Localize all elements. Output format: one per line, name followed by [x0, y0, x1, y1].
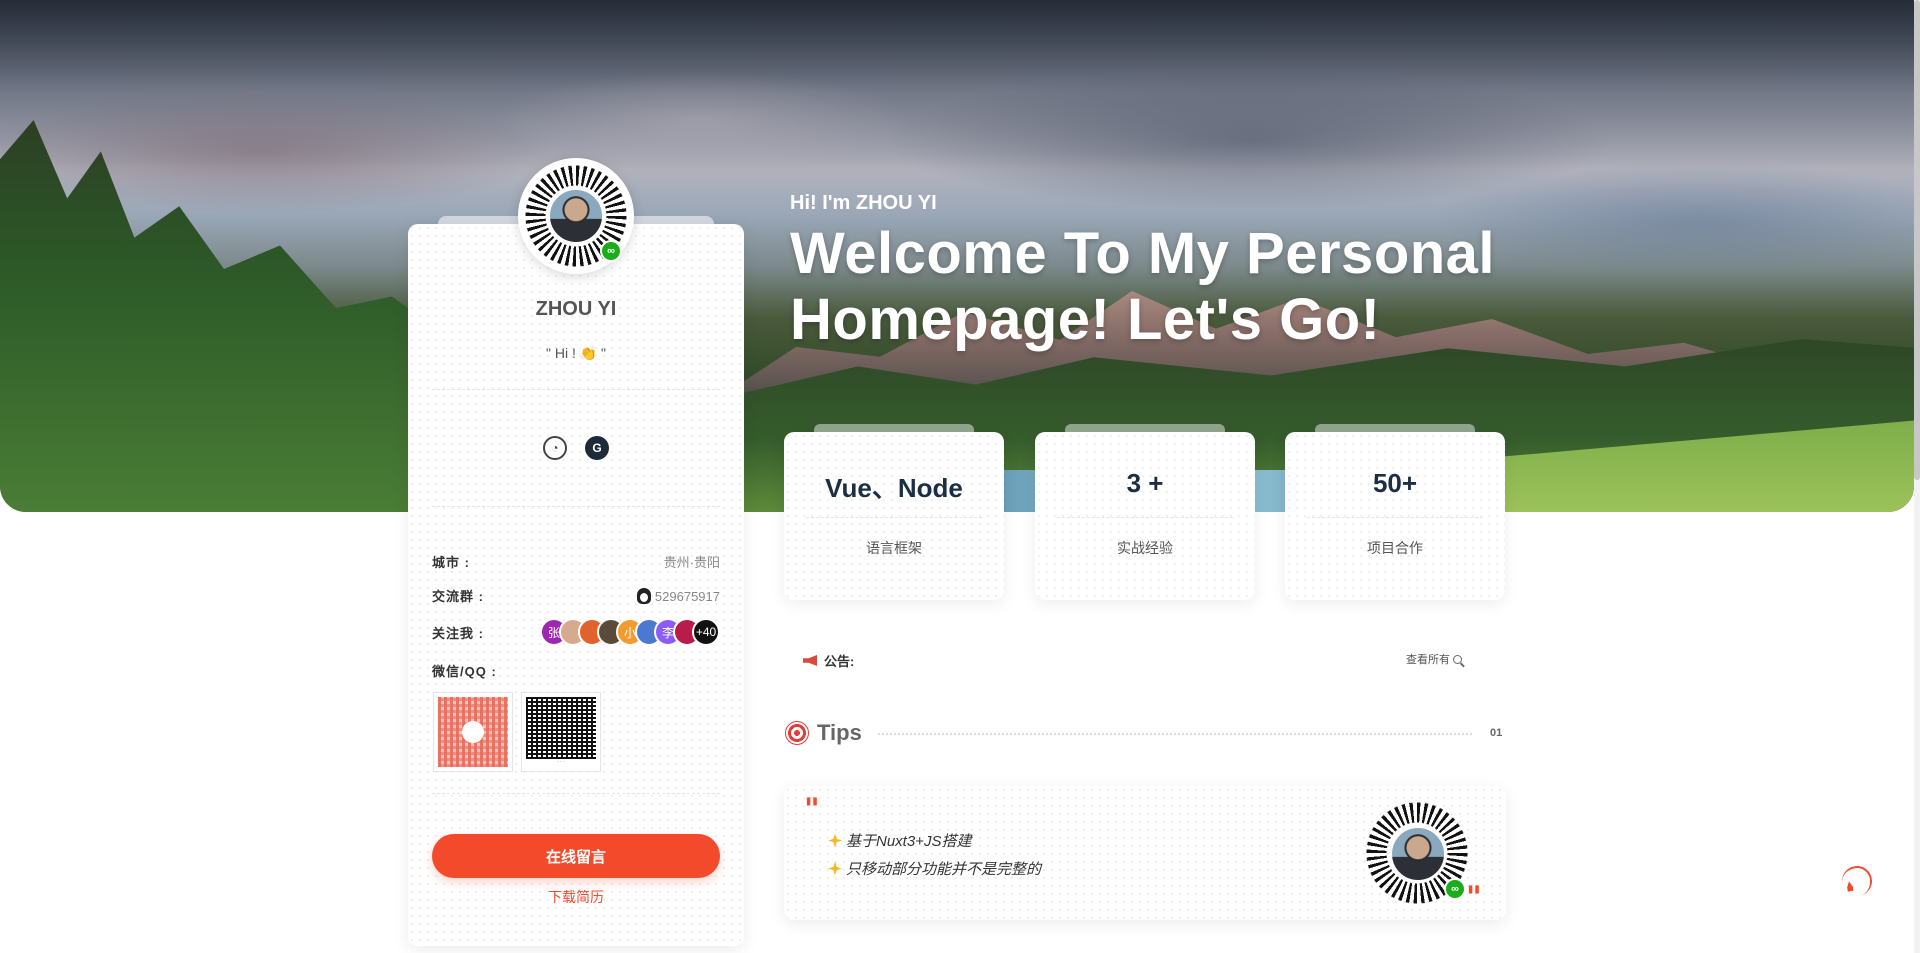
scrollbar[interactable]: [1914, 0, 1920, 953]
avatar-photo: [548, 188, 604, 244]
quote-close-icon: ": [1466, 880, 1482, 915]
download-resume-link[interactable]: 下载简历: [408, 887, 744, 907]
hero-text: Hi! I'm ZHOU YI Welcome To My Personal H…: [790, 192, 1570, 353]
tip-text: 只移动部分功能并不是完整的: [846, 861, 1042, 878]
stat-card-frameworks: Vue、Node 语言框架: [784, 424, 1004, 600]
tips-title: Tips: [817, 720, 862, 745]
qq-qr-caption: · · ·: [557, 758, 565, 765]
search-icon: [1453, 654, 1462, 664]
follower-avatar[interactable]: +40: [692, 618, 720, 646]
tip-text: 基于Nuxt3+JS搭建: [846, 833, 972, 850]
hero-greeting: Hi! I'm ZHOU YI: [790, 192, 937, 214]
tip-item: 基于Nuxt3+JS搭建: [828, 830, 971, 851]
megaphone-icon: [803, 655, 817, 666]
see-all-link[interactable]: 查看所有: [1406, 651, 1462, 667]
target-icon: [785, 721, 809, 745]
sparkle-icon: [828, 833, 842, 848]
qq-qr-image: [526, 697, 596, 759]
back-to-top-icon[interactable]: [1839, 863, 1875, 899]
city-row: 城市 : 贵州·贵阳: [432, 552, 720, 571]
sparkle-icon: [828, 861, 842, 876]
stat-label: 语言框架: [866, 540, 922, 556]
gitee-icon[interactable]: G: [585, 436, 609, 460]
tip-item: 只移动部分功能并不是完整的: [828, 858, 1041, 879]
mini-program-code[interactable]: ∞: [1358, 794, 1476, 912]
see-all-label: 查看所有: [1406, 654, 1450, 666]
stat-value: 50+: [1372, 468, 1418, 498]
stat-value: 3 +: [1126, 468, 1164, 498]
hero-welcome: Welcome To My Personal Homepage! Let's G…: [790, 221, 1496, 352]
contact-label: 微信/QQ :: [432, 664, 497, 679]
tips-card: " 基于Nuxt3+JS搭建 只移动部分功能并不是完整的 ∞ ": [784, 786, 1506, 920]
profile-name: ZHOU YI: [535, 298, 617, 320]
wechat-qr-image: [438, 697, 508, 767]
city-value: 贵州·贵阳: [663, 555, 720, 570]
tips-header: Tips: [785, 720, 862, 746]
avatar-photo: [1390, 826, 1446, 882]
message-button[interactable]: 在线留言: [432, 834, 720, 878]
mini-program-icon: ∞: [1444, 878, 1466, 900]
stat-card-experience: 3 + 实战经验: [1035, 424, 1255, 600]
divider: [432, 506, 720, 507]
stat-value: Vue、Node: [825, 473, 963, 503]
follow-row: 关注我 : 张小李 +40: [432, 618, 720, 646]
tips-page-number: 01: [1490, 727, 1503, 739]
divider: [1057, 517, 1233, 518]
scrollbar-thumb[interactable]: [1914, 0, 1920, 480]
follower-avatars[interactable]: 张小李 +40: [540, 618, 720, 646]
group-value: 529675917: [654, 588, 720, 604]
github-icon[interactable]: ◔: [543, 436, 567, 460]
group-label: 交流群 :: [432, 589, 484, 604]
divider: [432, 389, 720, 390]
qq-qr-code[interactable]: · · ·: [521, 692, 601, 772]
qq-icon: [636, 587, 651, 604]
wechat-icon: [462, 721, 484, 743]
notice-label: 公告:: [824, 654, 855, 669]
notice-bar: 公告:: [803, 651, 854, 670]
stat-label: 实战经验: [1117, 540, 1173, 556]
divider: [806, 517, 982, 518]
profile-motto: " Hi ! 👏 ": [545, 345, 607, 361]
city-label: 城市 :: [432, 555, 470, 570]
follow-label: 关注我 :: [432, 625, 484, 641]
wechat-qr-code[interactable]: [433, 692, 513, 772]
contact-row: 微信/QQ :: [432, 661, 720, 680]
avatar[interactable]: ∞: [518, 158, 634, 274]
mini-program-icon: ∞: [600, 240, 622, 262]
group-row: 交流群 : 529675917: [432, 586, 720, 605]
stat-card-projects: 50+ 项目合作: [1285, 424, 1505, 600]
quote-open-icon: ": [804, 792, 820, 827]
divider: [432, 793, 720, 794]
stat-label: 项目合作: [1367, 540, 1423, 556]
divider: [878, 733, 1472, 735]
social-links: ◔ G: [543, 436, 609, 460]
divider: [1307, 517, 1483, 518]
group-value-wrap[interactable]: 529675917: [636, 587, 720, 604]
